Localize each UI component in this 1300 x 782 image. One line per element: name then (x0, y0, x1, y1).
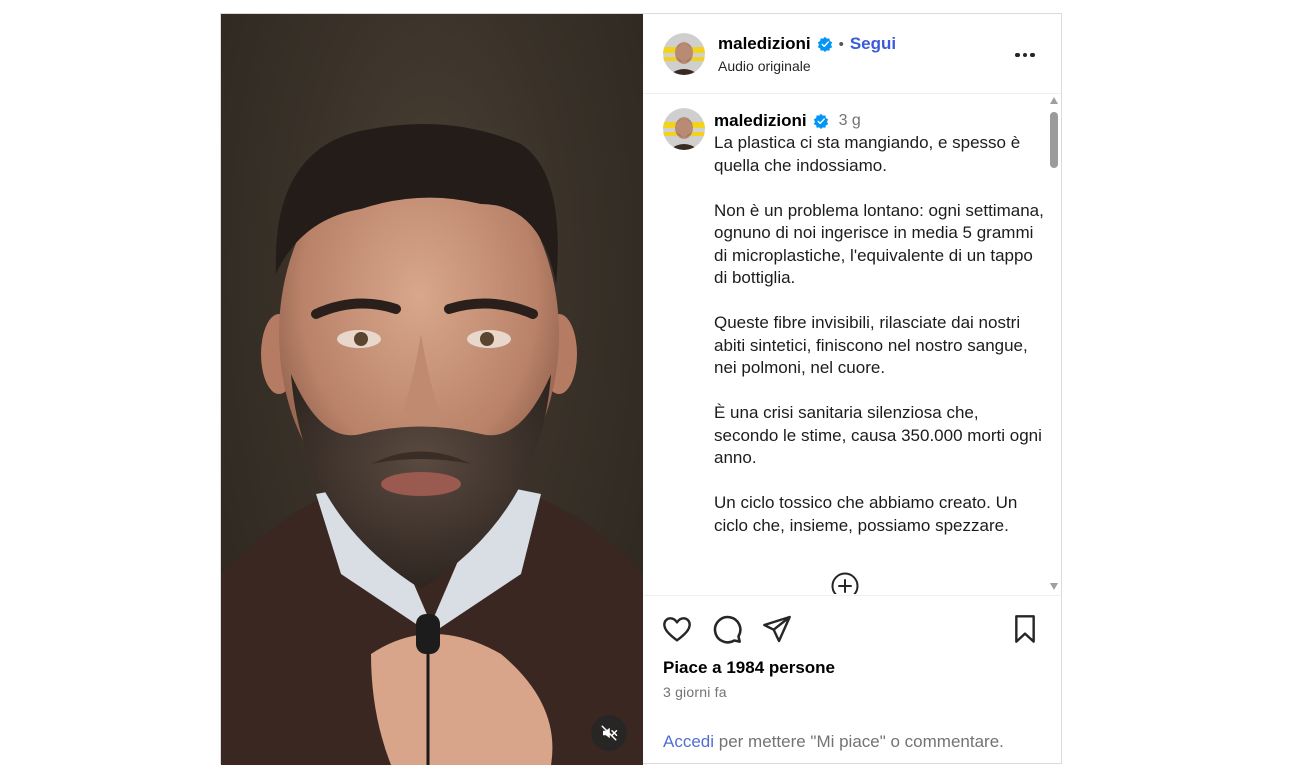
speaker-muted-icon (601, 725, 618, 741)
caption-author: maledizioni 3 g (714, 111, 861, 131)
like-button[interactable] (661, 613, 693, 645)
follow-button[interactable]: Segui (850, 34, 896, 54)
post-dialog: maledizioni • Segui Audio originale male… (220, 13, 1062, 765)
scroll-down-arrow-icon[interactable] (1050, 583, 1058, 590)
caption-timestamp[interactable]: 3 g (839, 112, 861, 130)
caption-text: La plastica ci sta mangiando, e spesso è… (714, 133, 1044, 535)
avatar[interactable] (663, 108, 705, 150)
post-date[interactable]: 3 giorni fa (663, 684, 727, 700)
avatar-image (663, 108, 705, 150)
more-options-button[interactable] (1015, 50, 1039, 60)
scroll-up-arrow-icon[interactable] (1050, 97, 1058, 104)
avatar-image (663, 33, 705, 75)
comments-scrollbar[interactable] (1047, 94, 1061, 594)
avatar[interactable] (663, 33, 705, 75)
login-prompt-text: per mettere "Mi piace" o commentare. (714, 732, 1004, 751)
post-actions: Piace a 1984 persone 3 giorni fa Accedi … (643, 595, 1061, 764)
more-options-icon (1015, 52, 1020, 58)
share-button[interactable] (761, 613, 793, 645)
bookmark-icon (1015, 615, 1035, 643)
verified-badge-icon (817, 36, 832, 52)
separator-dot: • (838, 35, 844, 53)
share-icon (763, 615, 791, 643)
comment-icon (713, 615, 742, 644)
scroll-thumb[interactable] (1050, 112, 1058, 168)
login-prompt: Accedi per mettere "Mi piace" o commenta… (663, 732, 1004, 752)
post-header: maledizioni • Segui Audio originale (643, 14, 1061, 94)
video-frame-person (221, 124, 643, 765)
save-button[interactable] (1009, 613, 1041, 645)
likes-count[interactable]: Piace a 1984 persone (663, 658, 835, 678)
comments-section: maledizioni 3 g La plastica ci sta mangi… (643, 94, 1061, 594)
verified-badge-icon (813, 113, 828, 129)
username-link[interactable]: maledizioni (718, 34, 811, 54)
plus-circle-icon (831, 572, 859, 594)
mute-button[interactable] (591, 715, 627, 751)
login-link[interactable]: Accedi (663, 732, 714, 751)
post-side-panel: maledizioni • Segui Audio originale male… (643, 14, 1061, 763)
load-more-comments-button[interactable] (830, 571, 860, 594)
heart-icon (663, 617, 691, 642)
post-author: maledizioni • Segui (718, 34, 896, 54)
reel-video[interactable] (221, 14, 643, 765)
audio-link[interactable]: Audio originale (718, 58, 811, 74)
comment-button[interactable] (711, 613, 743, 645)
username-link[interactable]: maledizioni (714, 111, 807, 131)
